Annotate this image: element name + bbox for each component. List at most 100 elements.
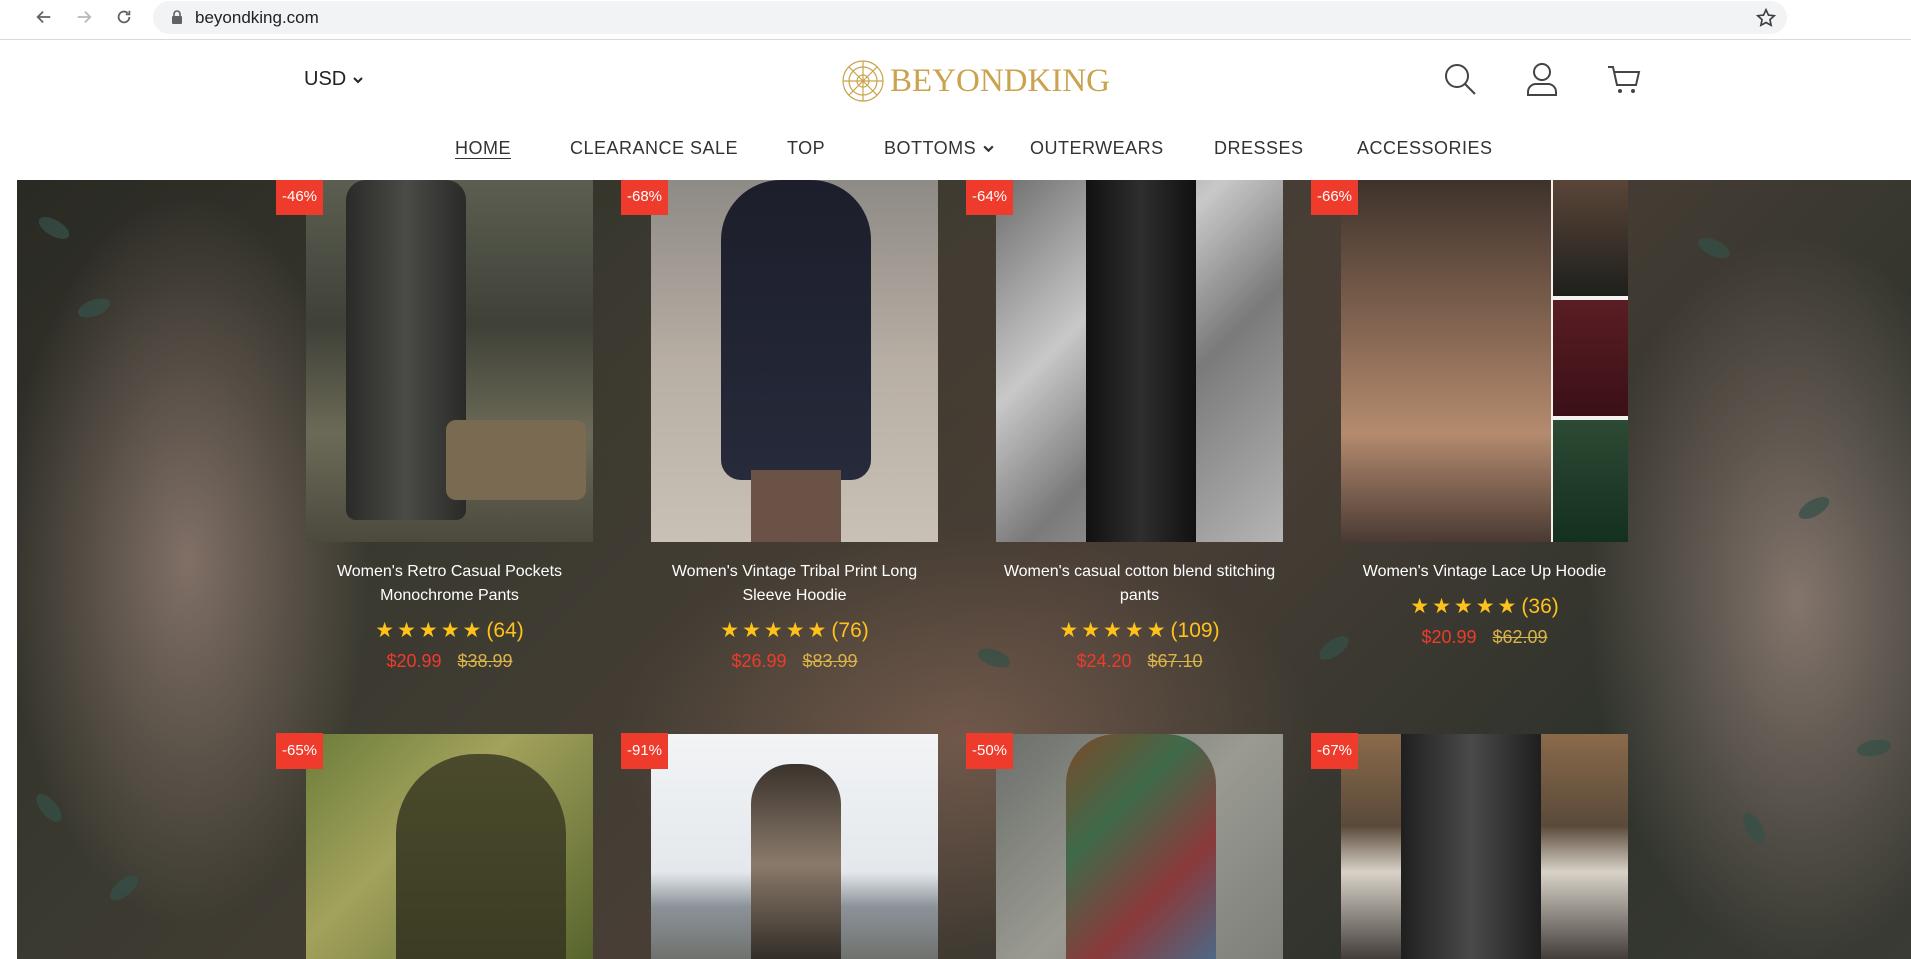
product-title[interactable]: Women's casual cotton blend stitching pa… [996, 560, 1283, 608]
discount-badge: -65% [276, 733, 324, 769]
leaf-decoration [35, 212, 73, 244]
original-price: $62.09 [1492, 627, 1548, 647]
product-title[interactable]: Women's Retro Casual Pockets Monochrome … [306, 560, 593, 608]
variant-thumbnail [1553, 300, 1628, 416]
product-card[interactable]: -50% [966, 733, 1283, 959]
sale-price: $20.99 [386, 651, 442, 671]
sale-price: $24.20 [1076, 651, 1132, 671]
product-image[interactable] [1341, 180, 1628, 542]
rating-count: (76) [831, 619, 869, 642]
product-card[interactable]: -68% Women's Vintage Tribal Print Long S… [621, 180, 938, 672]
product-title[interactable]: Women's Vintage Lace Up Hoodie [1341, 560, 1628, 584]
bookmark-star-icon[interactable] [1755, 7, 1777, 29]
original-price: $38.99 [457, 651, 513, 671]
variant-thumbnail [1553, 420, 1628, 542]
lock-icon [172, 10, 182, 24]
rating-stars: ★★★★★ [1059, 619, 1169, 642]
currency-label: USD [304, 68, 347, 90]
product-figure [721, 180, 871, 480]
product-prices: $26.99 $83.99 [651, 651, 938, 672]
nav-clearance-sale[interactable]: CLEARANCE SALE [570, 138, 738, 159]
chevron-down-icon [353, 76, 363, 83]
product-figure [396, 754, 566, 959]
product-prices: $20.99 $62.09 [1341, 627, 1628, 648]
product-rating: ★★★★★(36) [1341, 594, 1628, 619]
sale-price: $26.99 [731, 651, 787, 671]
leaf-decoration [1795, 492, 1833, 524]
rating-count: (109) [1170, 619, 1220, 642]
rating-stars: ★★★★★ [1410, 595, 1520, 618]
nav-dresses[interactable]: DRESSES [1214, 138, 1304, 159]
product-image[interactable] [996, 734, 1283, 959]
discount-badge: -64% [966, 180, 1014, 215]
product-card[interactable]: -64% Women's casual cotton blend stitchi… [966, 180, 1283, 672]
original-price: $83.99 [802, 651, 858, 671]
discount-badge: -91% [621, 733, 669, 769]
address-bar[interactable]: beyondking.com [153, 1, 1787, 34]
product-card[interactable]: -66% Women's Vintage Lace Up Hoodie ★★★★… [1311, 180, 1628, 648]
chevron-down-icon [983, 145, 994, 153]
discount-badge: -50% [966, 733, 1014, 769]
leaf-decoration [1738, 809, 1770, 847]
product-rating: ★★★★★(109) [996, 618, 1283, 643]
discount-badge: -66% [1311, 180, 1359, 215]
reload-icon [117, 10, 131, 24]
currency-selector[interactable]: USD [304, 68, 364, 91]
mandala-logo-icon [842, 60, 884, 102]
legs-shape [751, 470, 841, 542]
leaf-decoration [1855, 737, 1893, 759]
original-price: $67.10 [1147, 651, 1203, 671]
product-title[interactable]: Women's Vintage Tribal Print Long Sleeve… [651, 560, 938, 608]
browser-toolbar: beyondking.com [0, 0, 1911, 40]
rating-count: (36) [1521, 595, 1559, 618]
product-card[interactable]: -67% [1311, 733, 1628, 959]
site-logo[interactable]: BEYONDKING [840, 55, 1110, 107]
rating-stars: ★★★★★ [375, 619, 485, 642]
product-rating: ★★★★★(76) [651, 618, 938, 643]
nav-top[interactable]: TOP [787, 138, 825, 159]
leaf-decoration [75, 294, 113, 322]
product-figure [1066, 734, 1216, 959]
nav-home[interactable]: HOME [455, 138, 511, 159]
product-figure [1341, 180, 1551, 542]
nav-bottoms-label: BOTTOMS [884, 138, 977, 158]
discount-badge: -46% [276, 180, 324, 215]
product-image[interactable] [996, 180, 1283, 542]
product-image[interactable] [651, 734, 938, 959]
discount-badge: -67% [1311, 733, 1359, 769]
user-icon [1527, 63, 1557, 96]
rating-stars: ★★★★★ [720, 619, 830, 642]
search-icon [1445, 64, 1476, 95]
product-figure [751, 764, 841, 959]
nav-bottoms[interactable]: BOTTOMS [884, 138, 995, 159]
arrow-left-icon [36, 10, 51, 24]
product-image[interactable] [651, 180, 938, 542]
product-rating: ★★★★★(64) [306, 618, 593, 643]
back-button[interactable] [30, 3, 58, 31]
discount-badge: -68% [621, 180, 669, 215]
product-card[interactable]: -91% [621, 733, 938, 959]
url-text: beyondking.com [195, 8, 319, 27]
leaf-decoration [1695, 233, 1733, 263]
log-shape [446, 420, 586, 500]
nav-outerwears[interactable]: OUTERWEARS [1030, 138, 1164, 159]
product-image[interactable] [1341, 734, 1628, 959]
sale-price: $20.99 [1421, 627, 1477, 647]
product-card[interactable]: -65% [276, 733, 593, 959]
product-image[interactable] [306, 734, 593, 959]
variant-thumbnail [1553, 180, 1628, 296]
cart-button[interactable] [1606, 61, 1642, 97]
forward-button[interactable] [70, 3, 98, 31]
arrow-right-icon [77, 10, 92, 24]
logo-text: BEYONDKING [890, 62, 1110, 99]
product-prices: $24.20 $67.10 [996, 651, 1283, 672]
search-button[interactable] [1442, 61, 1478, 97]
product-image[interactable] [306, 180, 593, 542]
product-card[interactable]: -46% Women's Retro Casual Pockets Monoch… [276, 180, 593, 672]
reload-button[interactable] [110, 3, 138, 31]
site-header: USD BEYONDKING HOME CLEARANCE SALE TOP B… [0, 41, 1911, 179]
rating-count: (64) [486, 619, 524, 642]
account-button[interactable] [1524, 61, 1560, 97]
nav-accessories[interactable]: ACCESSORIES [1357, 138, 1493, 159]
product-prices: $20.99 $38.99 [306, 651, 593, 672]
